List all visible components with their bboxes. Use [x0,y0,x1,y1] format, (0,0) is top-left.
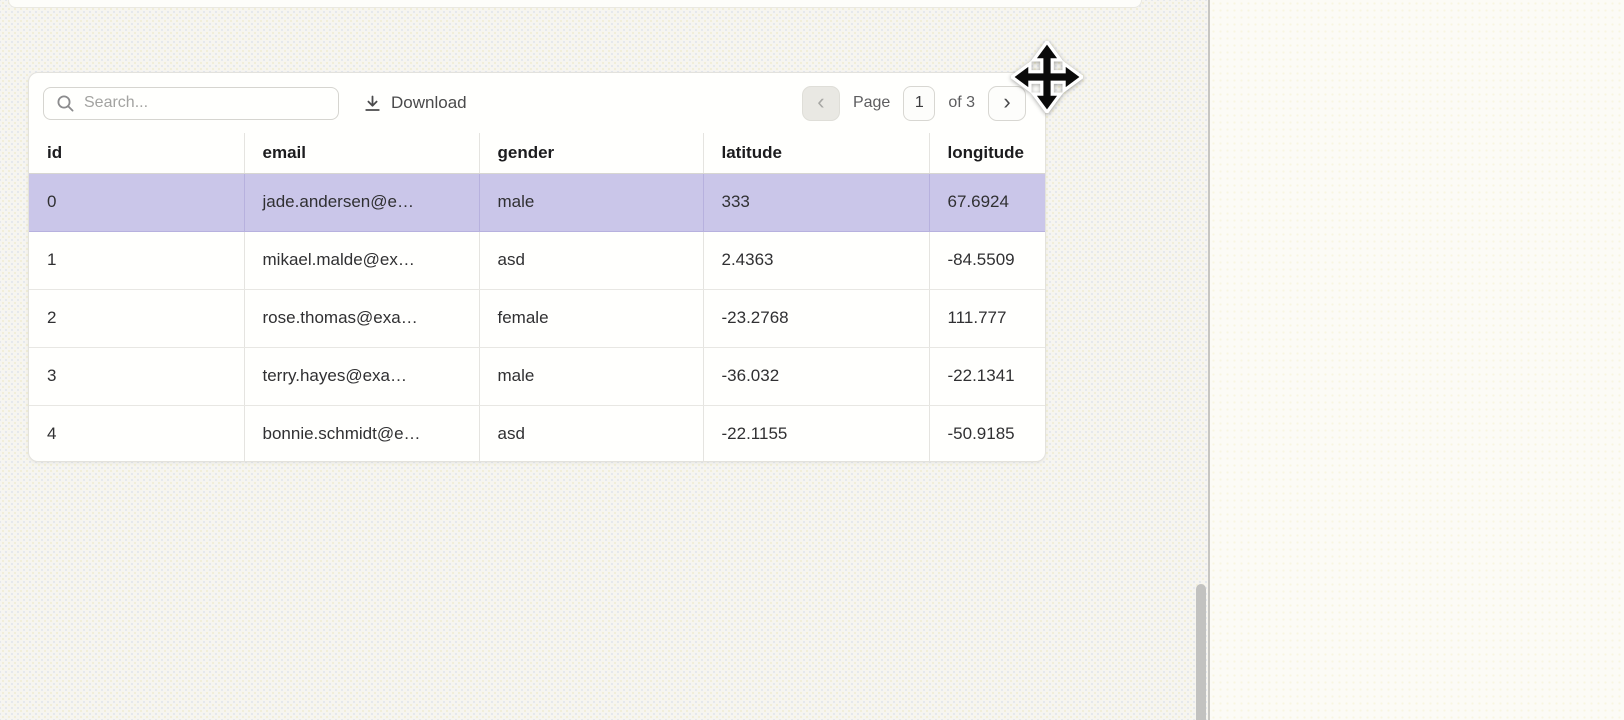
data-table-card: Download ‹ Page of 3 › idemailgenderlati… [28,72,1046,462]
cell-latitude: -36.032 [703,347,929,405]
cell-gender: male [479,173,703,231]
next-page-button[interactable]: › [988,86,1026,121]
table-body: 0jade.andersen@e…male33367.69241mikael.m… [29,173,1046,462]
cell-latitude: 2.4363 [703,231,929,289]
table-row[interactable]: 4bonnie.schmidt@e…asd-22.1155-50.9185 [29,405,1046,462]
search-input[interactable] [43,87,339,120]
table-row[interactable]: 3terry.hayes@exa…male-36.032-22.1341 [29,347,1046,405]
cell-email: terry.hayes@exa… [244,347,479,405]
table-row[interactable]: 2rose.thomas@exa…female-23.2768111.777 [29,289,1046,347]
right-pane [1210,0,1624,720]
cell-id: 4 [29,405,244,462]
content-pane: Download ‹ Page of 3 › idemailgenderlati… [0,0,1208,720]
chevron-left-icon: ‹ [817,91,824,113]
page-label: Page [853,94,890,112]
table-header-row: idemailgenderlatitudelongitude [29,133,1046,173]
cell-gender: asd [479,231,703,289]
cell-email: jade.andersen@e… [244,173,479,231]
column-header-email[interactable]: email [244,133,479,173]
table-toolbar: Download ‹ Page of 3 › [29,73,1045,133]
download-label: Download [391,93,467,113]
table-row[interactable]: 0jade.andersen@e…male33367.6924 [29,173,1046,231]
chevron-right-icon: › [1003,91,1010,113]
download-icon [363,94,382,113]
vertical-scrollbar-thumb[interactable] [1196,584,1206,720]
search-field-wrap [43,87,339,120]
download-button[interactable]: Download [363,93,467,113]
cell-email: rose.thomas@exa… [244,289,479,347]
column-header-id[interactable]: id [29,133,244,173]
pagination: ‹ Page of 3 › [802,86,1026,121]
cell-longitude: -50.9185 [929,405,1046,462]
cell-email: bonnie.schmidt@e… [244,405,479,462]
column-header-longitude[interactable]: longitude [929,133,1046,173]
search-icon [56,94,75,113]
cell-longitude: -84.5509 [929,231,1046,289]
cell-longitude: 111.777 [929,289,1046,347]
cell-longitude: 67.6924 [929,173,1046,231]
cell-gender: female [479,289,703,347]
cell-id: 0 [29,173,244,231]
page-number-input[interactable] [903,86,935,121]
cell-latitude: -22.1155 [703,405,929,462]
column-header-latitude[interactable]: latitude [703,133,929,173]
cell-id: 2 [29,289,244,347]
scrolled-card-edge [8,0,1142,8]
cell-gender: asd [479,405,703,462]
previous-page-button[interactable]: ‹ [802,86,840,121]
column-header-gender[interactable]: gender [479,133,703,173]
cell-latitude: -23.2768 [703,289,929,347]
cell-latitude: 333 [703,173,929,231]
cell-gender: male [479,347,703,405]
cell-id: 3 [29,347,244,405]
data-table: idemailgenderlatitudelongitude 0jade.and… [29,133,1046,462]
table-row[interactable]: 1mikael.malde@ex…asd2.4363-84.5509 [29,231,1046,289]
cell-id: 1 [29,231,244,289]
cell-email: mikael.malde@ex… [244,231,479,289]
page-count-label: of 3 [948,94,975,112]
cell-longitude: -22.1341 [929,347,1046,405]
